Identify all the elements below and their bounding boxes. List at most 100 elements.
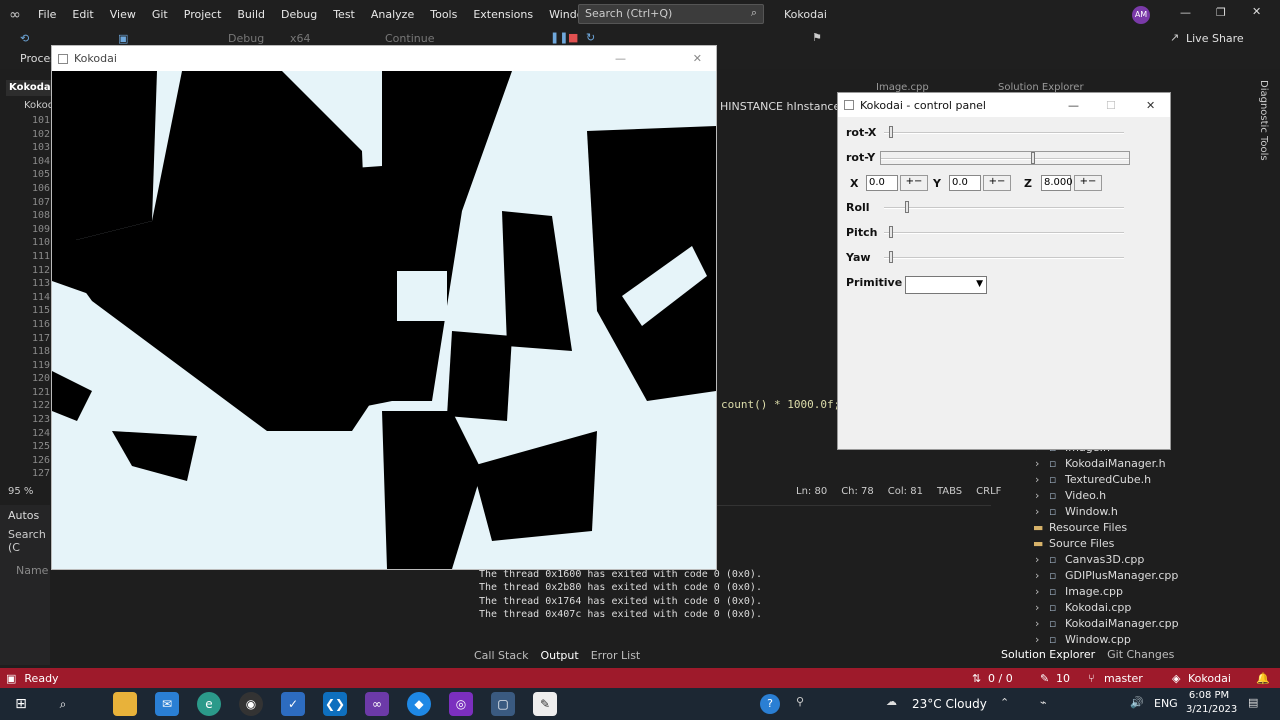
minimize-icon[interactable]: — — [1180, 6, 1191, 19]
sync-count[interactable]: 0 / 0 — [988, 672, 1013, 685]
todo-icon[interactable]: ✓ — [281, 692, 305, 716]
rot-x-slider[interactable] — [884, 126, 1124, 140]
cp-close-icon[interactable]: ✕ — [1146, 99, 1155, 112]
editor-tab-secondary[interactable]: Kokod — [6, 98, 54, 111]
pause-icon[interactable]: ❚❚ — [550, 31, 568, 44]
platform-dropdown[interactable]: x64 — [290, 32, 360, 45]
render-close-icon[interactable]: ✕ — [693, 52, 702, 65]
z-field[interactable]: 8.000 — [1041, 175, 1073, 191]
save-icon[interactable]: ▣ — [118, 32, 128, 45]
tree-item[interactable]: › ▫ GDIPlusManager.cpp — [995, 568, 1250, 584]
stop-icon[interactable]: ■ — [568, 31, 578, 44]
chevron-right-icon[interactable]: › — [1035, 504, 1049, 520]
help-icon[interactable]: ? — [760, 694, 780, 714]
close-icon[interactable]: ✕ — [1252, 5, 1261, 18]
cp-minimize-icon[interactable]: — — [1068, 99, 1079, 112]
render-minimize-icon[interactable]: — — [615, 52, 626, 65]
tab-output[interactable]: Output — [534, 649, 584, 662]
tree-item[interactable]: › ▫ Video.h — [995, 488, 1250, 504]
tab-solution-explorer[interactable]: Solution Explorer — [995, 648, 1101, 661]
y-field[interactable]: 0.0 — [949, 175, 981, 191]
vs-logo-icon[interactable]: ∞ — [0, 0, 30, 29]
indent-mode[interactable]: TABS — [937, 486, 962, 497]
continue-button[interactable]: Continue — [385, 32, 434, 45]
search-icon[interactable]: ⌕ — [51, 692, 75, 716]
config-dropdown[interactable]: Debug — [228, 32, 278, 45]
y-spinner[interactable]: +− — [983, 175, 1011, 191]
tree-item[interactable]: › ▫ Canvas3D.cpp — [995, 552, 1250, 568]
branch-icon[interactable]: ⑂ — [1088, 672, 1095, 685]
tree-item[interactable]: › ▫ KokodaiManager.cpp — [995, 616, 1250, 632]
chevron-right-icon[interactable]: › — [1035, 552, 1049, 568]
tree-item[interactable]: › ▫ Image.cpp — [995, 584, 1250, 600]
tree-item[interactable]: › ▫ Window.h — [995, 504, 1250, 520]
rot-y-slider[interactable] — [880, 151, 1130, 165]
restart-icon[interactable]: ↻ — [586, 31, 595, 44]
roll-slider[interactable] — [884, 201, 1124, 215]
weather-icon[interactable]: ☁ — [886, 695, 897, 708]
tree-item[interactable]: › ▫ Window.cpp — [995, 632, 1250, 648]
x-spinner[interactable]: +− — [900, 175, 928, 191]
menu-item-file[interactable]: File — [30, 8, 64, 21]
chevron-right-icon[interactable]: › — [1035, 568, 1049, 584]
edit-icon[interactable]: ✎ — [1040, 672, 1049, 685]
chevron-right-icon[interactable]: › — [1035, 632, 1049, 648]
menu-item-edit[interactable]: Edit — [64, 8, 101, 21]
people-icon[interactable]: ⚲ — [796, 695, 804, 708]
x-field[interactable]: 0.0 — [866, 175, 898, 191]
notification-center-icon[interactable]: ▤ — [1248, 696, 1258, 709]
menu-item-test[interactable]: Test — [325, 8, 363, 21]
repo-icon[interactable]: ◈ — [1172, 672, 1180, 685]
edge-icon[interactable]: e — [197, 692, 221, 716]
chevron-right-icon[interactable]: › — [1035, 616, 1049, 632]
file-explorer-icon[interactable] — [113, 692, 137, 716]
notepad-icon[interactable]: ✎ — [533, 692, 557, 716]
chevron-right-icon[interactable]: › — [1035, 584, 1049, 600]
volume-icon[interactable]: 🔊 — [1130, 696, 1144, 709]
tab-call-stack[interactable]: Call Stack — [468, 649, 534, 662]
render-canvas[interactable] — [52, 71, 716, 569]
chevron-right-icon[interactable]: › — [1035, 472, 1049, 488]
menu-item-view[interactable]: View — [102, 8, 144, 21]
menu-item-extensions[interactable]: Extensions — [465, 8, 541, 21]
network-icon[interactable]: ⌁ — [1040, 696, 1047, 709]
tree-item[interactable]: ▬ Resource Files — [995, 520, 1250, 536]
branch-name[interactable]: master — [1104, 672, 1143, 685]
menu-item-tools[interactable]: Tools — [422, 8, 465, 21]
menu-item-analyze[interactable]: Analyze — [363, 8, 422, 21]
autos-search[interactable]: Search (C — [0, 526, 50, 556]
clock[interactable]: 6:08 PM 3/21/2023 — [1186, 689, 1237, 717]
editor-tab[interactable]: Kokodai — [6, 80, 54, 96]
z-spinner[interactable]: +− — [1074, 175, 1102, 191]
edit-count[interactable]: 10 — [1056, 672, 1070, 685]
diagnostic-tools-tab[interactable]: Diagnostic Tools — [1258, 80, 1269, 161]
chevron-right-icon[interactable]: › — [1035, 456, 1049, 472]
repo-name[interactable]: Kokodai — [1188, 672, 1231, 685]
menu-item-build[interactable]: Build — [229, 8, 273, 21]
menu-item-git[interactable]: Git — [144, 8, 176, 21]
menu-item-project[interactable]: Project — [176, 8, 230, 21]
back-icon[interactable]: ⟲ — [20, 32, 29, 45]
tree-item[interactable]: › ▫ KokodaiManager.h — [995, 456, 1250, 472]
zoom-level[interactable]: 95 % — [8, 486, 33, 497]
live-share-icon[interactable]: ↗ — [1170, 31, 1179, 44]
chevron-right-icon[interactable]: › — [1035, 600, 1049, 616]
primitive-dropdown[interactable]: ▼ — [905, 276, 987, 294]
menu-item-debug[interactable]: Debug — [273, 8, 325, 21]
app-purple-icon[interactable]: ◎ — [449, 692, 473, 716]
pitch-slider[interactable] — [884, 226, 1124, 240]
live-share-button[interactable]: Live Share — [1186, 32, 1244, 45]
tray-chevron-icon[interactable]: ⌃ — [1000, 696, 1009, 709]
app-blue-icon[interactable]: ◆ — [407, 692, 431, 716]
avatar[interactable]: AM — [1132, 6, 1150, 24]
tree-item[interactable]: ▬ Source Files — [995, 536, 1250, 552]
weather-text[interactable]: 23°C Cloudy — [912, 697, 987, 711]
tree-item[interactable]: › ▫ Kokodai.cpp — [995, 600, 1250, 616]
obs-icon[interactable]: ◉ — [239, 692, 263, 716]
tree-item[interactable]: › ▫ TexturedCube.h — [995, 472, 1250, 488]
visual-studio-icon[interactable]: ∞ — [365, 692, 389, 716]
language-indicator[interactable]: ENG — [1154, 697, 1178, 710]
mail-icon[interactable]: ✉ — [155, 692, 179, 716]
notification-icon[interactable]: 🔔 — [1256, 672, 1270, 685]
bookmark-icon[interactable]: ⚑ — [812, 31, 822, 44]
